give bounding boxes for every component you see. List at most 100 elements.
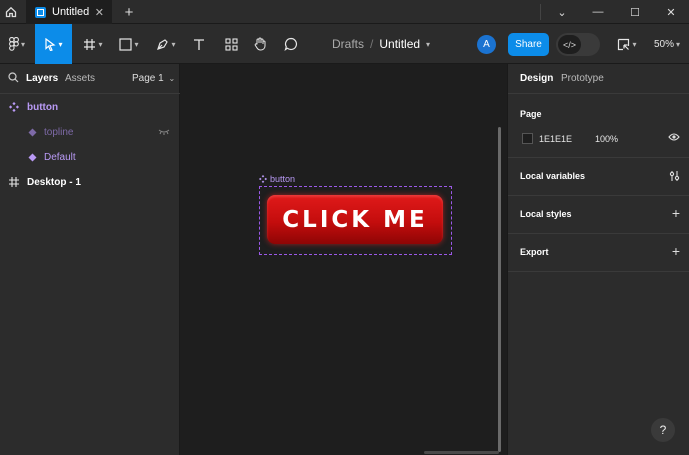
- variables-sliders-icon[interactable]: [669, 170, 680, 182]
- properties-tabs: Design Prototype: [508, 64, 689, 94]
- page-section-title: Page: [520, 109, 542, 119]
- file-tab[interactable]: Untitled ✕: [26, 0, 112, 24]
- add-export-plus-icon[interactable]: +: [672, 243, 680, 259]
- layer-row-default[interactable]: Default: [0, 145, 180, 169]
- local-styles-label: Local styles: [520, 209, 572, 219]
- frame-hash-icon: [84, 38, 96, 50]
- layer-row-button[interactable]: button: [0, 95, 180, 119]
- page-color-hex[interactable]: 1E1E1E: [539, 134, 572, 144]
- horizontal-scrollbar[interactable]: [424, 451, 499, 454]
- file-name[interactable]: Untitled: [379, 37, 420, 51]
- close-window-button[interactable]: ✕: [653, 0, 689, 24]
- page-color-swatch[interactable]: [522, 133, 533, 144]
- dev-mode-toggle[interactable]: </>: [556, 33, 600, 56]
- text-t-icon: [194, 38, 204, 50]
- present-button[interactable]: ▾: [612, 24, 642, 64]
- toolbar: ▾ ▾ ▾ ▾ ▾ Drafts / Untitled ▾ A Share </…: [0, 24, 689, 64]
- maximize-button[interactable]: ☐: [617, 0, 653, 24]
- zoom-value: 50%: [654, 38, 675, 50]
- layers-panel-header: Layers Assets Page 1 ⌄: [0, 64, 180, 94]
- text-tool[interactable]: [188, 24, 210, 64]
- components-grid-icon: [224, 37, 238, 51]
- component-set-icon: [259, 175, 267, 183]
- page-color-opacity[interactable]: 100%: [595, 134, 618, 144]
- hidden-eye-icon[interactable]: [158, 129, 170, 135]
- page-selector-label: Page 1: [132, 73, 164, 84]
- comment-bubble-icon: [284, 37, 297, 51]
- hand-icon: [254, 37, 265, 51]
- chevron-down-icon: ▾: [676, 39, 681, 49]
- rectangle-icon: [119, 37, 133, 51]
- code-brackets-icon: </>: [558, 35, 581, 54]
- component-set-icon: [8, 102, 20, 112]
- local-styles-section[interactable]: Local styles +: [508, 196, 689, 234]
- frame-label-text: button: [270, 174, 296, 184]
- breadcrumb: Drafts / Untitled ▾: [332, 24, 430, 64]
- chevron-down-icon: ▾: [171, 39, 176, 49]
- tab-prototype[interactable]: Prototype: [561, 73, 604, 84]
- file-menu-chevron-icon[interactable]: ▾: [426, 40, 430, 49]
- variant-diamond-icon: [26, 153, 38, 162]
- share-button[interactable]: Share: [508, 33, 549, 56]
- layer-name: Default: [44, 151, 76, 163]
- layers-panel: Layers Assets Page 1 ⌄ button topline De…: [0, 64, 180, 455]
- add-style-plus-icon[interactable]: +: [672, 205, 680, 221]
- layer-name: Desktop - 1: [27, 176, 81, 188]
- frame-hash-icon: [8, 177, 20, 187]
- layer-name: topline: [44, 126, 74, 138]
- layer-name: button: [27, 101, 59, 113]
- home-icon: [5, 6, 17, 18]
- click-me-label: CLICK ME: [282, 206, 428, 233]
- file-tab-label: Untitled: [52, 6, 90, 18]
- shape-tool[interactable]: ▾: [114, 24, 144, 64]
- zoom-menu[interactable]: 50% ▾: [654, 24, 680, 64]
- component-frame-label[interactable]: button: [259, 174, 295, 184]
- vertical-scrollbar[interactable]: [498, 127, 501, 452]
- chevron-down-icon: ▾: [20, 39, 25, 49]
- layer-row-topline[interactable]: topline: [0, 120, 180, 144]
- titlebar-divider: [540, 4, 541, 20]
- new-tab-button[interactable]: +: [120, 2, 138, 22]
- tab-close-icon[interactable]: ✕: [95, 6, 104, 19]
- minimize-button[interactable]: —: [580, 0, 616, 24]
- help-button[interactable]: ?: [651, 418, 675, 442]
- search-icon[interactable]: [8, 72, 19, 83]
- tab-design[interactable]: Design: [520, 73, 553, 84]
- components-tool[interactable]: [220, 24, 242, 64]
- chevron-down-icon: ▾: [58, 39, 63, 49]
- breadcrumb-drafts[interactable]: Drafts: [332, 37, 364, 51]
- page-selector[interactable]: Page 1 ⌄: [132, 73, 175, 84]
- comment-tool[interactable]: [280, 24, 302, 64]
- move-tool[interactable]: ▾: [35, 24, 72, 64]
- pen-tool[interactable]: ▾: [151, 24, 181, 64]
- main-menu-button[interactable]: ▾: [2, 24, 32, 64]
- tab-layers[interactable]: Layers: [26, 73, 58, 84]
- variant-diamond-icon: [26, 128, 38, 137]
- breadcrumb-separator: /: [370, 37, 374, 51]
- export-label: Export: [520, 247, 549, 257]
- click-me-button[interactable]: CLICK ME: [267, 195, 443, 244]
- chevron-down-icon: ▾: [98, 39, 103, 49]
- chevron-down-icon: ▾: [632, 39, 637, 49]
- figma-logo-icon: [9, 37, 19, 51]
- pen-icon: [157, 38, 169, 50]
- tab-assets[interactable]: Assets: [65, 73, 95, 84]
- layer-row-desktop-1[interactable]: Desktop - 1: [0, 170, 180, 194]
- chevron-down-icon: ⌄: [168, 74, 176, 83]
- chevron-down-icon: ▾: [134, 39, 139, 49]
- figma-file-icon: [35, 6, 46, 18]
- properties-panel: Design Prototype Page 1E1E1E 100% Local …: [507, 64, 689, 455]
- hand-tool[interactable]: [249, 24, 271, 64]
- home-button[interactable]: [0, 0, 22, 24]
- avatar[interactable]: A: [477, 35, 496, 54]
- frame-tool[interactable]: ▾: [78, 24, 108, 64]
- local-variables-label: Local variables: [520, 171, 586, 181]
- title-bar: Untitled ✕ + ⌄ — ☐ ✕: [0, 0, 689, 24]
- canvas[interactable]: button CLICK ME: [181, 64, 506, 455]
- window-menu-chevron-icon[interactable]: ⌄: [544, 0, 580, 24]
- visibility-eye-icon[interactable]: [668, 132, 680, 142]
- local-variables-section[interactable]: Local variables: [508, 158, 689, 196]
- export-section[interactable]: Export +: [508, 234, 689, 272]
- cursor-arrow-icon: [45, 37, 57, 51]
- present-play-icon: [618, 38, 630, 50]
